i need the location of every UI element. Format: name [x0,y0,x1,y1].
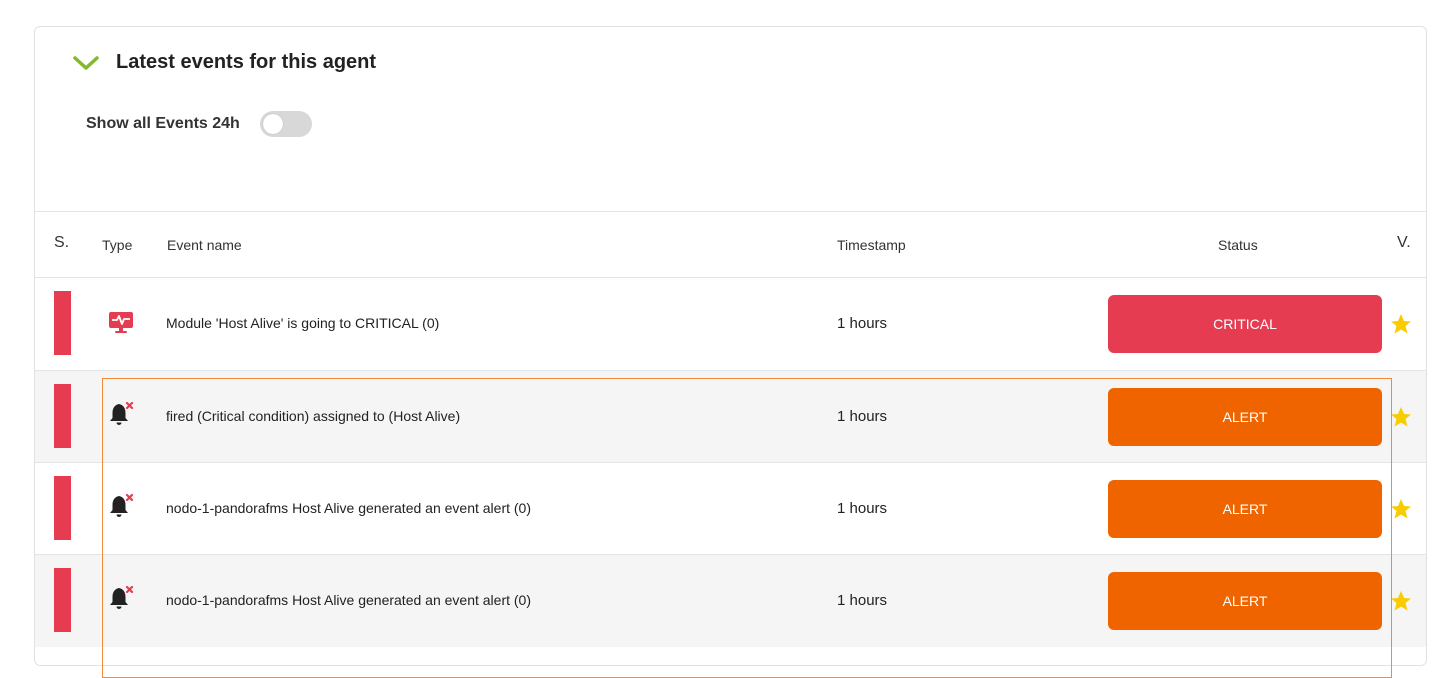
header-timestamp[interactable]: Timestamp [837,237,906,253]
star-icon[interactable] [1389,589,1413,613]
table-row[interactable]: fired (Critical condition) assigned to (… [35,371,1426,463]
status-badge[interactable]: ALERT [1108,388,1382,446]
event-name[interactable]: fired (Critical condition) assigned to (… [166,408,460,424]
status-badge[interactable]: ALERT [1108,480,1382,538]
bell-alert-icon [110,401,134,425]
table-row[interactable]: nodo-1-pandorafms Host Alive generated a… [35,463,1426,555]
event-timestamp: 1 hours [837,408,888,425]
bell-alert-icon [110,585,134,609]
severity-indicator [54,384,71,448]
switch-knob [262,114,283,134]
event-timestamp: 1 hours [837,500,888,517]
table-row[interactable]: nodo-1-pandorafms Host Alive generated a… [35,555,1426,647]
header-status[interactable]: Status [1218,237,1258,253]
severity-indicator [54,291,71,355]
show-all-events-toggle-row: Show all Events 24h [86,111,312,137]
chevron-down-icon[interactable] [72,53,100,73]
bell-alert-icon [110,493,134,517]
severity-indicator [54,476,71,540]
panel-title: Latest events for this agent [116,51,377,73]
header-validated[interactable]: V. [1397,234,1411,252]
toggle-label: Show all Events 24h [86,115,240,132]
star-icon[interactable] [1389,312,1413,336]
header-event-name[interactable]: Event name [167,237,242,253]
monitor-critical-icon [109,312,133,333]
panel-header[interactable]: Latest events for this agent [72,51,376,74]
table-header: S. Type Event name Timestamp Status V. [35,213,1426,277]
header-severity[interactable]: S. [54,234,69,252]
events-panel: Latest events for this agent Show all Ev… [34,26,1427,678]
header-type[interactable]: Type [102,237,132,253]
event-name[interactable]: nodo-1-pandorafms Host Alive generated a… [166,500,531,516]
event-name[interactable]: nodo-1-pandorafms Host Alive generated a… [166,592,531,608]
event-name[interactable]: Module 'Host Alive' is going to CRITICAL… [166,315,439,331]
table-row[interactable]: Module 'Host Alive' is going to CRITICAL… [35,278,1426,370]
show-all-events-switch[interactable] [259,111,312,137]
event-timestamp: 1 hours [837,592,888,609]
divider [35,211,1426,212]
star-icon[interactable] [1389,497,1413,521]
star-icon[interactable] [1389,405,1413,429]
event-timestamp: 1 hours [837,315,888,332]
status-badge[interactable]: CRITICAL [1108,295,1382,353]
severity-indicator [54,568,71,632]
status-badge[interactable]: ALERT [1108,572,1382,630]
